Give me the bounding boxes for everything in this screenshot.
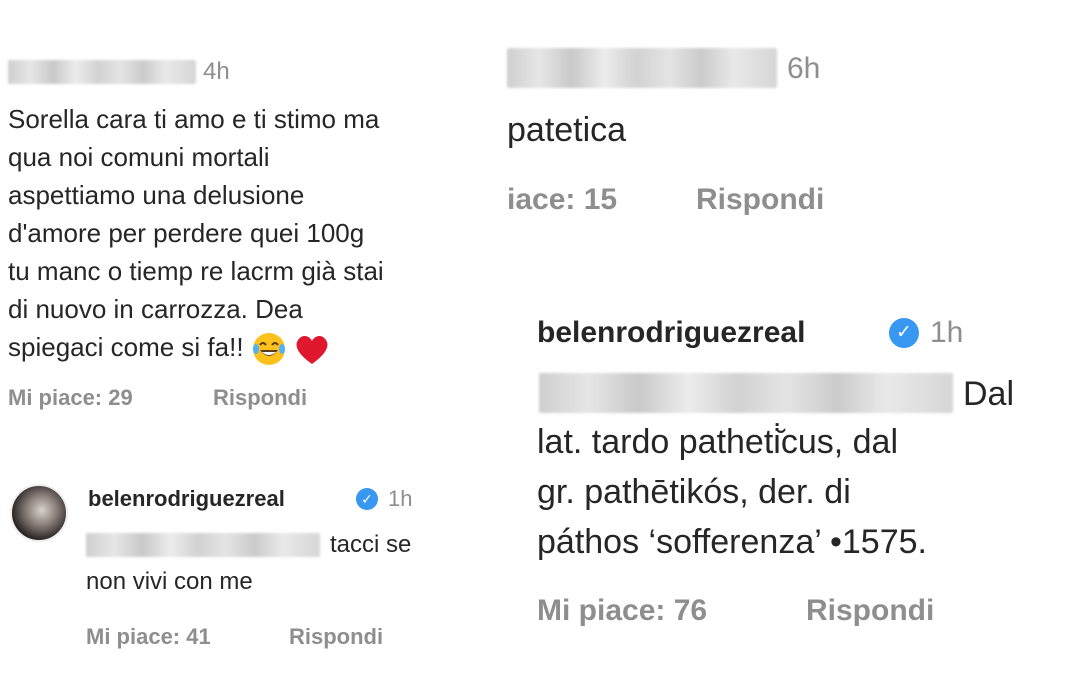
comment-line-last: spiegaci come si fa!!	[8, 328, 384, 367]
like-count[interactable]: Mi piace: 76	[537, 594, 707, 628]
comment-line: Sorella cara ti amo e ti stimo ma	[8, 104, 380, 134]
username[interactable]: belenrodriguezreal	[537, 316, 805, 350]
reply-button[interactable]: Rispondi	[806, 594, 934, 628]
blurred-username	[507, 48, 777, 88]
comment-text: patetica	[507, 111, 627, 149]
like-count[interactable]: iace: 15	[507, 183, 617, 217]
blurred-mention	[86, 533, 320, 557]
reply-text-line1: tacci se	[330, 531, 412, 558]
comment-time: 1h	[388, 486, 413, 511]
reply-text-line2: non vivi con me	[86, 568, 253, 595]
reply-text-line2: lat. tardo patheti̇̆cus, dal	[537, 423, 899, 461]
red-heart-icon	[296, 336, 328, 365]
blurred-username	[8, 60, 196, 84]
like-count[interactable]: Mi piace: 29	[8, 385, 133, 411]
verified-badge-icon: ✓	[356, 488, 378, 510]
reply-button[interactable]: Rispondi	[213, 385, 307, 411]
reply-text-line1: Dal	[963, 375, 1015, 413]
comment-line: spiegaci come si fa!!	[8, 332, 244, 362]
comment-line: di nuovo in carrozza. Dea	[8, 294, 303, 324]
reply-text-line3: gr. pathētikós, der. di	[537, 473, 851, 511]
comment-time: 6h	[787, 52, 821, 85]
comment-text: Sorella cara ti amo e ti stimo ma qua no…	[8, 100, 384, 367]
comment-line: tu manc o tiemp re lacrm già stai	[8, 256, 384, 286]
comment-line: qua noi comuni mortali	[8, 142, 270, 172]
reply-text-line4: páthos ‘sofferenza’ •1575.	[537, 523, 927, 561]
reply-button[interactable]: Rispondi	[696, 183, 824, 217]
comment-time: 4h	[203, 58, 230, 85]
username[interactable]: belenrodriguezreal	[88, 486, 285, 512]
avatar[interactable]	[10, 484, 68, 542]
like-count[interactable]: Mi piace: 41	[86, 624, 211, 650]
reply-button[interactable]: Rispondi	[289, 624, 383, 650]
comment-line: d'amore per perdere quei 100g	[8, 218, 365, 248]
comment-line: aspettiamo una delusione	[8, 180, 305, 210]
comment-time: 1h	[930, 316, 964, 349]
blurred-mention	[539, 373, 953, 413]
verified-badge-icon: ✓	[889, 318, 919, 348]
laughing-tears-icon	[252, 333, 285, 366]
